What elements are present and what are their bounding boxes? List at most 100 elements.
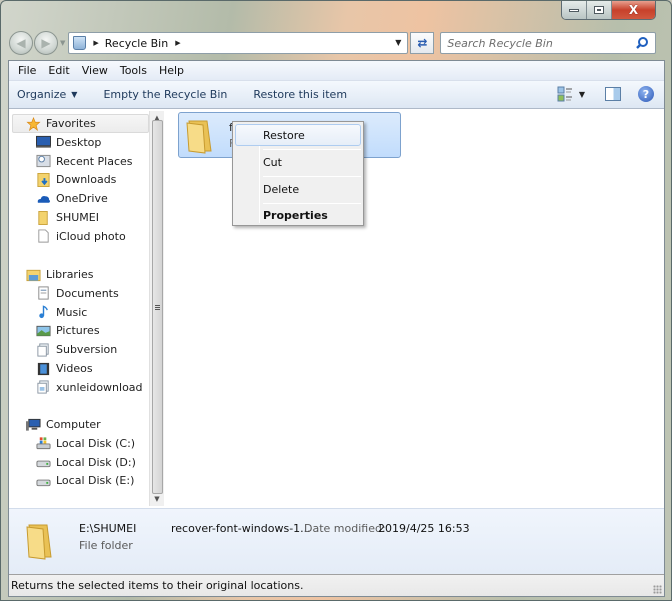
menu-tools[interactable]: Tools [114,64,153,77]
sidebar-item-xunleidownload[interactable]: xunleidownload [9,378,149,397]
downloads-folder-icon [37,172,50,187]
forward-arrow-icon: ▶ [41,36,51,50]
menu-help[interactable]: Help [153,64,190,77]
sidebar-item-videos[interactable]: Videos [9,359,149,378]
menu-bar: File Edit View Tools Help [9,61,664,81]
sidebar-item-label: Subversion [56,343,118,357]
scroll-down-icon[interactable]: ▼ [150,492,164,506]
restore-item-button[interactable]: Restore this item [253,88,347,101]
sidebar-item-label: Music [56,305,88,319]
sidebar-item-desktop[interactable]: Desktop [9,133,149,152]
help-icon[interactable]: ? [638,86,654,102]
refresh-button[interactable]: ⇄ [410,32,435,54]
sidebar-item-icloud-photo[interactable]: iCloud photo [9,227,149,246]
navigation-pane: Favorites Desktop Recent Places Download… [9,111,164,525]
back-arrow-icon: ◀ [16,36,26,50]
sidebar-item-local-disk-d[interactable]: Local Disk (D:) [9,453,149,472]
refresh-icon: ⇄ [417,36,428,50]
sidebar-item-label: OneDrive [56,192,108,206]
details-filename: recover-font-windows-1... [171,522,311,535]
body-area: Favorites Desktop Recent Places Download… [9,111,664,525]
navigation-bar: ◀ ▶ ▼ ▶ Recycle Bin ▶ ▼ ⇄ Search Recycle… [9,30,663,56]
sidebar-computer[interactable]: Computer [9,415,149,434]
explorer-content: File Edit View Tools Help Organize ▼ Emp… [8,60,665,597]
details-type: File folder [79,539,133,552]
context-menu-properties[interactable]: Properties [235,204,361,226]
library-icon [37,343,49,357]
context-menu-separator [263,149,361,150]
sidebar-item-local-disk-e[interactable]: Local Disk (E:) [9,472,149,491]
minimize-icon [569,8,579,12]
toolbar-right: ▼ ? [557,86,654,102]
change-view-icon[interactable] [557,86,573,102]
star-icon [26,116,41,131]
search-icon[interactable] [635,36,649,50]
folder-icon [38,210,48,225]
search-input[interactable]: Search Recycle Bin [440,32,657,54]
recent-pages-dropdown[interactable]: ▼ [60,39,65,47]
minimize-button[interactable] [562,1,587,19]
context-menu-delete[interactable]: Delete [235,178,361,200]
grip-icon [155,304,160,310]
breadcrumb-arrow-icon[interactable]: ▶ [93,39,98,47]
sidebar-favorites-label: Favorites [46,117,96,130]
sidebar-item-label: Local Disk (E:) [56,474,135,488]
system-drive-icon [36,437,51,450]
scrollbar-thumb[interactable] [152,120,163,494]
sidebar-item-label: Documents [56,286,119,300]
recycle-bin-icon [73,36,87,50]
menu-edit[interactable]: Edit [42,64,75,77]
view-options-dropdown[interactable]: ▼ [579,90,585,99]
navigation-scrollbar[interactable]: ▲ ▼ [149,111,164,506]
sidebar-item-label: Videos [56,362,93,376]
context-menu-cut[interactable]: Cut [235,151,361,173]
sidebar-item-subversion[interactable]: Subversion [9,340,149,359]
libraries-icon [26,269,41,281]
close-icon: X [628,3,639,17]
sidebar-item-shumei[interactable]: SHUMEI [9,208,149,227]
chevron-down-icon: ▼ [71,90,78,99]
file-list[interactable]: f F Restore Cut Delete Properties [166,111,664,506]
sidebar-item-documents[interactable]: Documents [9,284,149,303]
pictures-icon [36,325,51,337]
sidebar-item-onedrive[interactable]: OneDrive [9,189,149,208]
videos-icon [37,362,50,375]
menu-view[interactable]: View [76,64,114,77]
desktop-icon [36,136,51,149]
organize-button[interactable]: Organize ▼ [17,88,77,101]
sidebar-computer-label: Computer [46,418,101,431]
details-date-value: 2019/4/25 16:53 [378,522,470,535]
command-bar: Organize ▼ Empty the Recycle Bin Restore… [9,81,664,109]
drive-icon [36,479,51,487]
address-dropdown-icon[interactable]: ▼ [395,38,401,47]
sidebar-item-local-disk-c[interactable]: Local Disk (C:) [9,434,149,453]
sidebar-item-recent-places[interactable]: Recent Places [9,152,149,171]
menu-file[interactable]: File [12,64,42,77]
maximize-icon [594,6,604,14]
search-placeholder: Search Recycle Bin [447,36,553,50]
forward-button[interactable]: ▶ [34,31,58,55]
sidebar-item-downloads[interactable]: Downloads [9,171,149,190]
library-icon [37,380,49,394]
details-path: E:\SHUMEI [79,522,137,535]
sidebar-item-pictures[interactable]: Pictures [9,322,149,341]
maximize-button[interactable] [587,1,612,19]
status-bar: Returns the selected items to their orig… [9,574,664,596]
sidebar-item-music[interactable]: Music [9,303,149,322]
breadcrumb-arrow-icon[interactable]: ▶ [175,39,180,47]
preview-pane-icon[interactable] [605,87,621,101]
back-button[interactable]: ◀ [9,31,33,55]
close-button[interactable]: X [612,1,655,19]
resize-grip-icon[interactable] [653,585,662,594]
sidebar-item-label: Desktop [56,135,102,149]
sidebar-item-label: Pictures [56,324,100,338]
context-menu-restore[interactable]: Restore [235,124,361,146]
empty-recycle-bin-button[interactable]: Empty the Recycle Bin [103,88,227,101]
computer-section: Computer Local Disk (C:) Local Disk (D:)… [9,415,149,490]
breadcrumb-recycle-bin[interactable]: Recycle Bin [105,37,168,50]
sidebar-libraries[interactable]: Libraries [9,265,149,284]
onedrive-icon [37,195,51,203]
address-bar[interactable]: ▶ Recycle Bin ▶ ▼ [68,32,409,54]
context-menu: Restore Cut Delete Properties [232,121,364,226]
sidebar-favorites[interactable]: Favorites [12,114,149,133]
